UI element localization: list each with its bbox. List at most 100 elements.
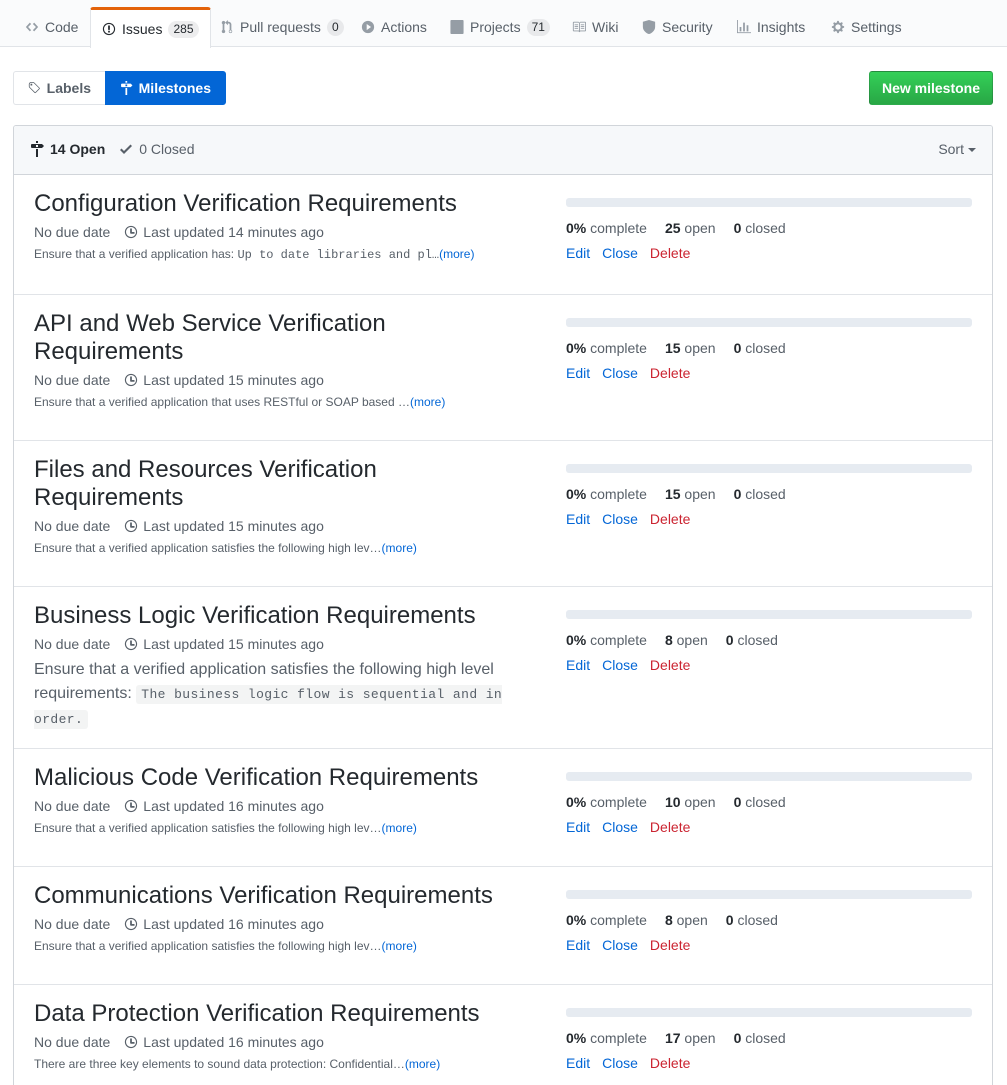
check-icon	[120, 144, 133, 154]
tab-pull-requests[interactable]: Pull requests 0	[195, 7, 354, 47]
delete-link[interactable]: Delete	[650, 657, 690, 673]
delete-link[interactable]: Delete	[650, 365, 690, 381]
milestone-title[interactable]: Malicious Code Verification Requirements	[34, 764, 514, 792]
edit-link[interactable]: Edit	[566, 819, 590, 835]
milestone-description: Ensure that a verified application satis…	[34, 658, 514, 732]
closed-label: closed	[745, 794, 786, 810]
state-filters: 14 Open 0 Closed	[30, 141, 195, 157]
desc-text: Ensure that a verified application satis…	[34, 939, 382, 953]
tab-label: Wiki	[592, 19, 619, 35]
issue-opened-icon	[102, 22, 116, 36]
milestone-icon	[121, 81, 133, 95]
milestones-label: Milestones	[138, 80, 211, 96]
progress-bar	[566, 198, 972, 207]
milestone-title[interactable]: API and Web Service Verification Require…	[34, 310, 514, 366]
project-icon	[450, 20, 464, 34]
milestones-link[interactable]: Milestones	[105, 71, 226, 105]
complete-label: complete	[590, 912, 647, 928]
edit-link[interactable]: Edit	[566, 1055, 590, 1071]
milestone-item: Files and Resources Verification Require…	[14, 440, 992, 586]
desc-text: Ensure that a verified application satis…	[34, 821, 382, 835]
complete-label: complete	[590, 1030, 647, 1046]
complete-label: complete	[590, 220, 647, 236]
close-link[interactable]: Close	[602, 1055, 638, 1071]
open-label: open	[684, 794, 716, 810]
closed-label: closed	[745, 220, 786, 236]
open-count: 14 Open	[50, 141, 106, 157]
open-label: open	[676, 912, 708, 928]
delete-link[interactable]: Delete	[650, 511, 690, 527]
tab-settings[interactable]: Settings	[806, 7, 912, 47]
clock-icon	[125, 1035, 138, 1049]
delete-link[interactable]: Delete	[650, 1055, 690, 1071]
due-date: No due date	[34, 798, 111, 814]
tab-code[interactable]: Code	[0, 7, 88, 47]
close-link[interactable]: Close	[602, 245, 638, 261]
percent-complete: 0%	[566, 632, 587, 648]
milestone-title[interactable]: Communications Verification Requirements	[34, 882, 514, 910]
new-milestone-button[interactable]: New milestone	[869, 71, 993, 105]
edit-link[interactable]: Edit	[566, 511, 590, 527]
milestone-list: Configuration Verification Requirements …	[14, 175, 992, 1085]
progress-bar	[566, 610, 972, 619]
closed-issues-count: 0	[733, 340, 742, 356]
due-date: No due date	[34, 636, 111, 652]
milestone-title[interactable]: Data Protection Verification Requirement…	[34, 1000, 514, 1028]
tab-insights[interactable]: Insights	[712, 7, 815, 47]
closed-filter[interactable]: 0 Closed	[119, 141, 195, 157]
delete-link[interactable]: Delete	[650, 937, 690, 953]
tab-actions[interactable]: Actions	[336, 7, 437, 47]
percent-complete: 0%	[566, 340, 587, 356]
tab-label: Actions	[381, 19, 427, 35]
progress-bar	[566, 1008, 972, 1017]
open-issues-count: 17	[664, 1030, 681, 1046]
edit-link[interactable]: Edit	[566, 245, 590, 261]
tab-issues[interactable]: Issues 285	[90, 7, 211, 48]
edit-link[interactable]: Edit	[566, 657, 590, 673]
progress-bar	[566, 890, 972, 899]
due-date: No due date	[34, 916, 111, 932]
open-label: open	[676, 632, 708, 648]
shield-icon	[642, 20, 656, 34]
tab-label: Insights	[757, 19, 806, 35]
milestone-item: Configuration Verification Requirements …	[14, 175, 992, 294]
clock-icon	[125, 799, 138, 813]
due-date: No due date	[34, 224, 111, 240]
tab-security[interactable]: Security	[617, 7, 723, 47]
milestone-item: API and Web Service Verification Require…	[14, 294, 992, 440]
clock-icon	[125, 917, 138, 931]
close-link[interactable]: Close	[602, 511, 638, 527]
edit-link[interactable]: Edit	[566, 365, 590, 381]
open-filter[interactable]: 14 Open	[30, 141, 105, 157]
delete-link[interactable]: Delete	[650, 245, 690, 261]
tab-projects[interactable]: Projects 71	[425, 7, 560, 47]
more-link[interactable]: (more)	[382, 821, 417, 835]
more-link[interactable]: (more)	[382, 541, 417, 555]
clock-icon	[125, 637, 138, 651]
milestone-title[interactable]: Configuration Verification Requirements	[34, 190, 514, 218]
desc-text: Ensure that a verified application has:	[34, 247, 238, 261]
milestones-box: 14 Open 0 Closed Sort Configuration Veri…	[13, 125, 993, 1085]
labels-link[interactable]: Labels	[13, 71, 105, 105]
more-link[interactable]: (more)	[382, 939, 417, 953]
milestone-title[interactable]: Files and Resources Verification Require…	[34, 456, 514, 512]
closed-issues-count: 0	[733, 1030, 742, 1046]
more-link[interactable]: (more)	[439, 247, 474, 261]
sort-dropdown[interactable]: Sort	[938, 141, 976, 157]
milestone-title[interactable]: Business Logic Verification Requirements	[34, 602, 514, 630]
desc-text: Ensure that a verified application satis…	[34, 541, 382, 555]
close-link[interactable]: Close	[602, 657, 638, 673]
open-issues-count: 8	[664, 632, 673, 648]
delete-link[interactable]: Delete	[650, 819, 690, 835]
closed-label: closed	[745, 1030, 786, 1046]
close-link[interactable]: Close	[602, 819, 638, 835]
edit-link[interactable]: Edit	[566, 937, 590, 953]
close-link[interactable]: Close	[602, 365, 638, 381]
last-updated: Last updated 14 minutes ago	[143, 224, 324, 240]
more-link[interactable]: (more)	[405, 1057, 440, 1071]
tab-label: Code	[45, 19, 79, 35]
milestone-item: Business Logic Verification Requirements…	[14, 586, 992, 748]
close-link[interactable]: Close	[602, 937, 638, 953]
more-link[interactable]: (more)	[410, 395, 445, 409]
closed-issues-count: 0	[733, 486, 742, 502]
